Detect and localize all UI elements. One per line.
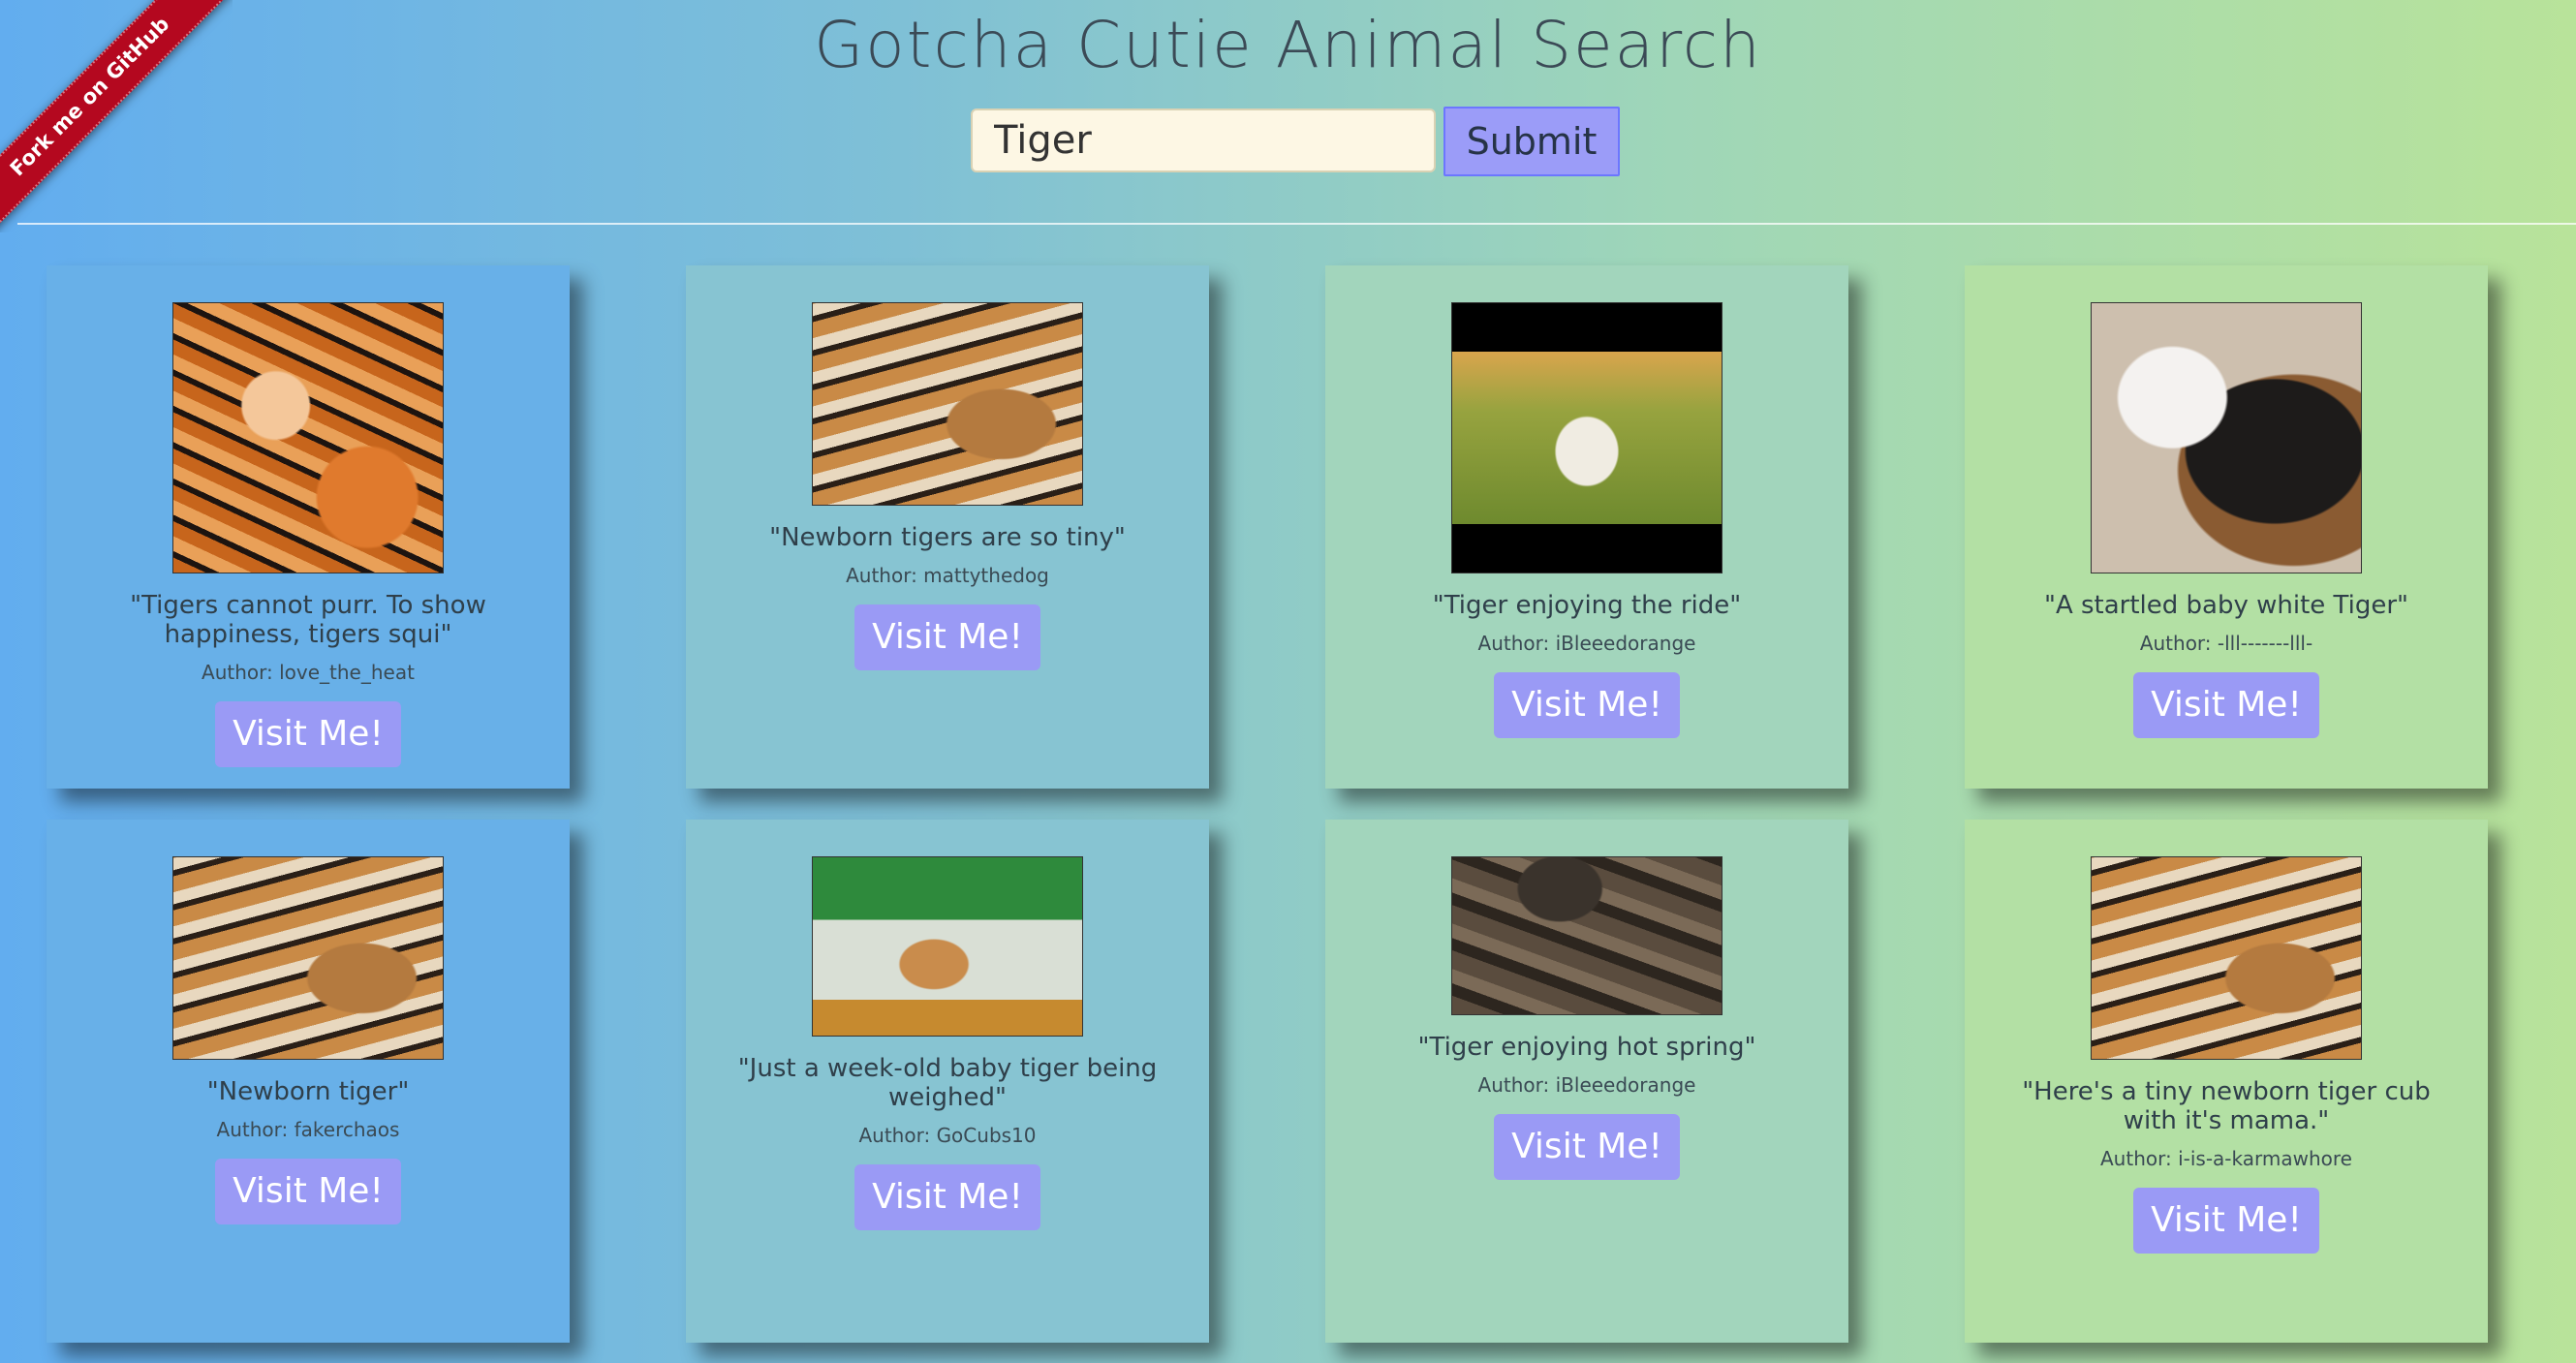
result-card: "Here's a tiny newborn tiger cub with it… (1965, 820, 2488, 1343)
result-card: "A startled baby white Tiger" Author: -l… (1965, 265, 2488, 789)
visit-me-button[interactable]: Visit Me! (854, 1164, 1040, 1230)
card-author: Author: love_the_heat (202, 661, 415, 684)
visit-me-button[interactable]: Visit Me! (1494, 672, 1680, 738)
search-input[interactable] (971, 108, 1436, 172)
card-image[interactable] (2091, 302, 2362, 573)
card-quote: "Tiger enjoying the ride" (1432, 591, 1742, 620)
result-card: "Tiger enjoying the ride" Author: iBleee… (1325, 265, 1848, 789)
card-quote: "Tiger enjoying hot spring" (1417, 1033, 1756, 1062)
card-author: Author: -lll-------lll- (2139, 632, 2313, 655)
submit-button[interactable]: Submit (1443, 107, 1620, 176)
page-title: Gotcha Cutie Animal Search (814, 8, 1762, 82)
card-image[interactable] (1451, 856, 1723, 1015)
card-author: Author: fakerchaos (216, 1118, 400, 1141)
card-quote: "Newborn tiger" (206, 1077, 410, 1106)
card-author: Author: iBleeedorange (1477, 632, 1696, 655)
fork-me-on-github-ribbon[interactable]: Fork me on GitHub (0, 0, 232, 232)
result-card: "Newborn tiger" Author: fakerchaos Visit… (47, 820, 570, 1343)
card-image[interactable] (172, 856, 444, 1060)
card-author: Author: iBleeedorange (1477, 1073, 1696, 1097)
results-grid: "Tigers cannot purr. To show happiness, … (47, 265, 2488, 1343)
card-author: Author: i-is-a-karmawhore (2100, 1147, 2352, 1170)
github-ribbon-container: Fork me on GitHub (0, 0, 233, 232)
visit-me-button[interactable]: Visit Me! (215, 701, 401, 767)
card-quote: "Here's a tiny newborn tiger cub with it… (2022, 1077, 2431, 1135)
card-image[interactable] (172, 302, 444, 573)
card-author: Author: GoCubs10 (858, 1124, 1037, 1147)
card-quote: "Just a week-old baby tiger being weighe… (737, 1054, 1158, 1112)
card-quote: "Tigers cannot purr. To show happiness, … (130, 591, 486, 649)
visit-me-button[interactable]: Visit Me! (2133, 672, 2319, 738)
visit-me-button[interactable]: Visit Me! (854, 604, 1040, 670)
card-image[interactable] (1451, 302, 1723, 573)
visit-me-button[interactable]: Visit Me! (1494, 1114, 1680, 1180)
card-image[interactable] (812, 856, 1083, 1037)
result-card: "Tigers cannot purr. To show happiness, … (47, 265, 570, 789)
card-author: Author: mattythedog (846, 564, 1049, 587)
result-card: "Just a week-old baby tiger being weighe… (686, 820, 1209, 1343)
header-divider (17, 223, 2576, 225)
result-card: "Tiger enjoying hot spring" Author: iBle… (1325, 820, 1848, 1343)
card-image[interactable] (812, 302, 1083, 506)
visit-me-button[interactable]: Visit Me! (2133, 1188, 2319, 1254)
card-quote: "A startled baby white Tiger" (2043, 591, 2409, 620)
search-form: Submit (971, 107, 1620, 176)
result-card: "Newborn tigers are so tiny" Author: mat… (686, 265, 1209, 789)
card-quote: "Newborn tigers are so tiny" (769, 523, 1126, 552)
visit-me-button[interactable]: Visit Me! (215, 1159, 401, 1224)
card-image[interactable] (2091, 856, 2362, 1060)
